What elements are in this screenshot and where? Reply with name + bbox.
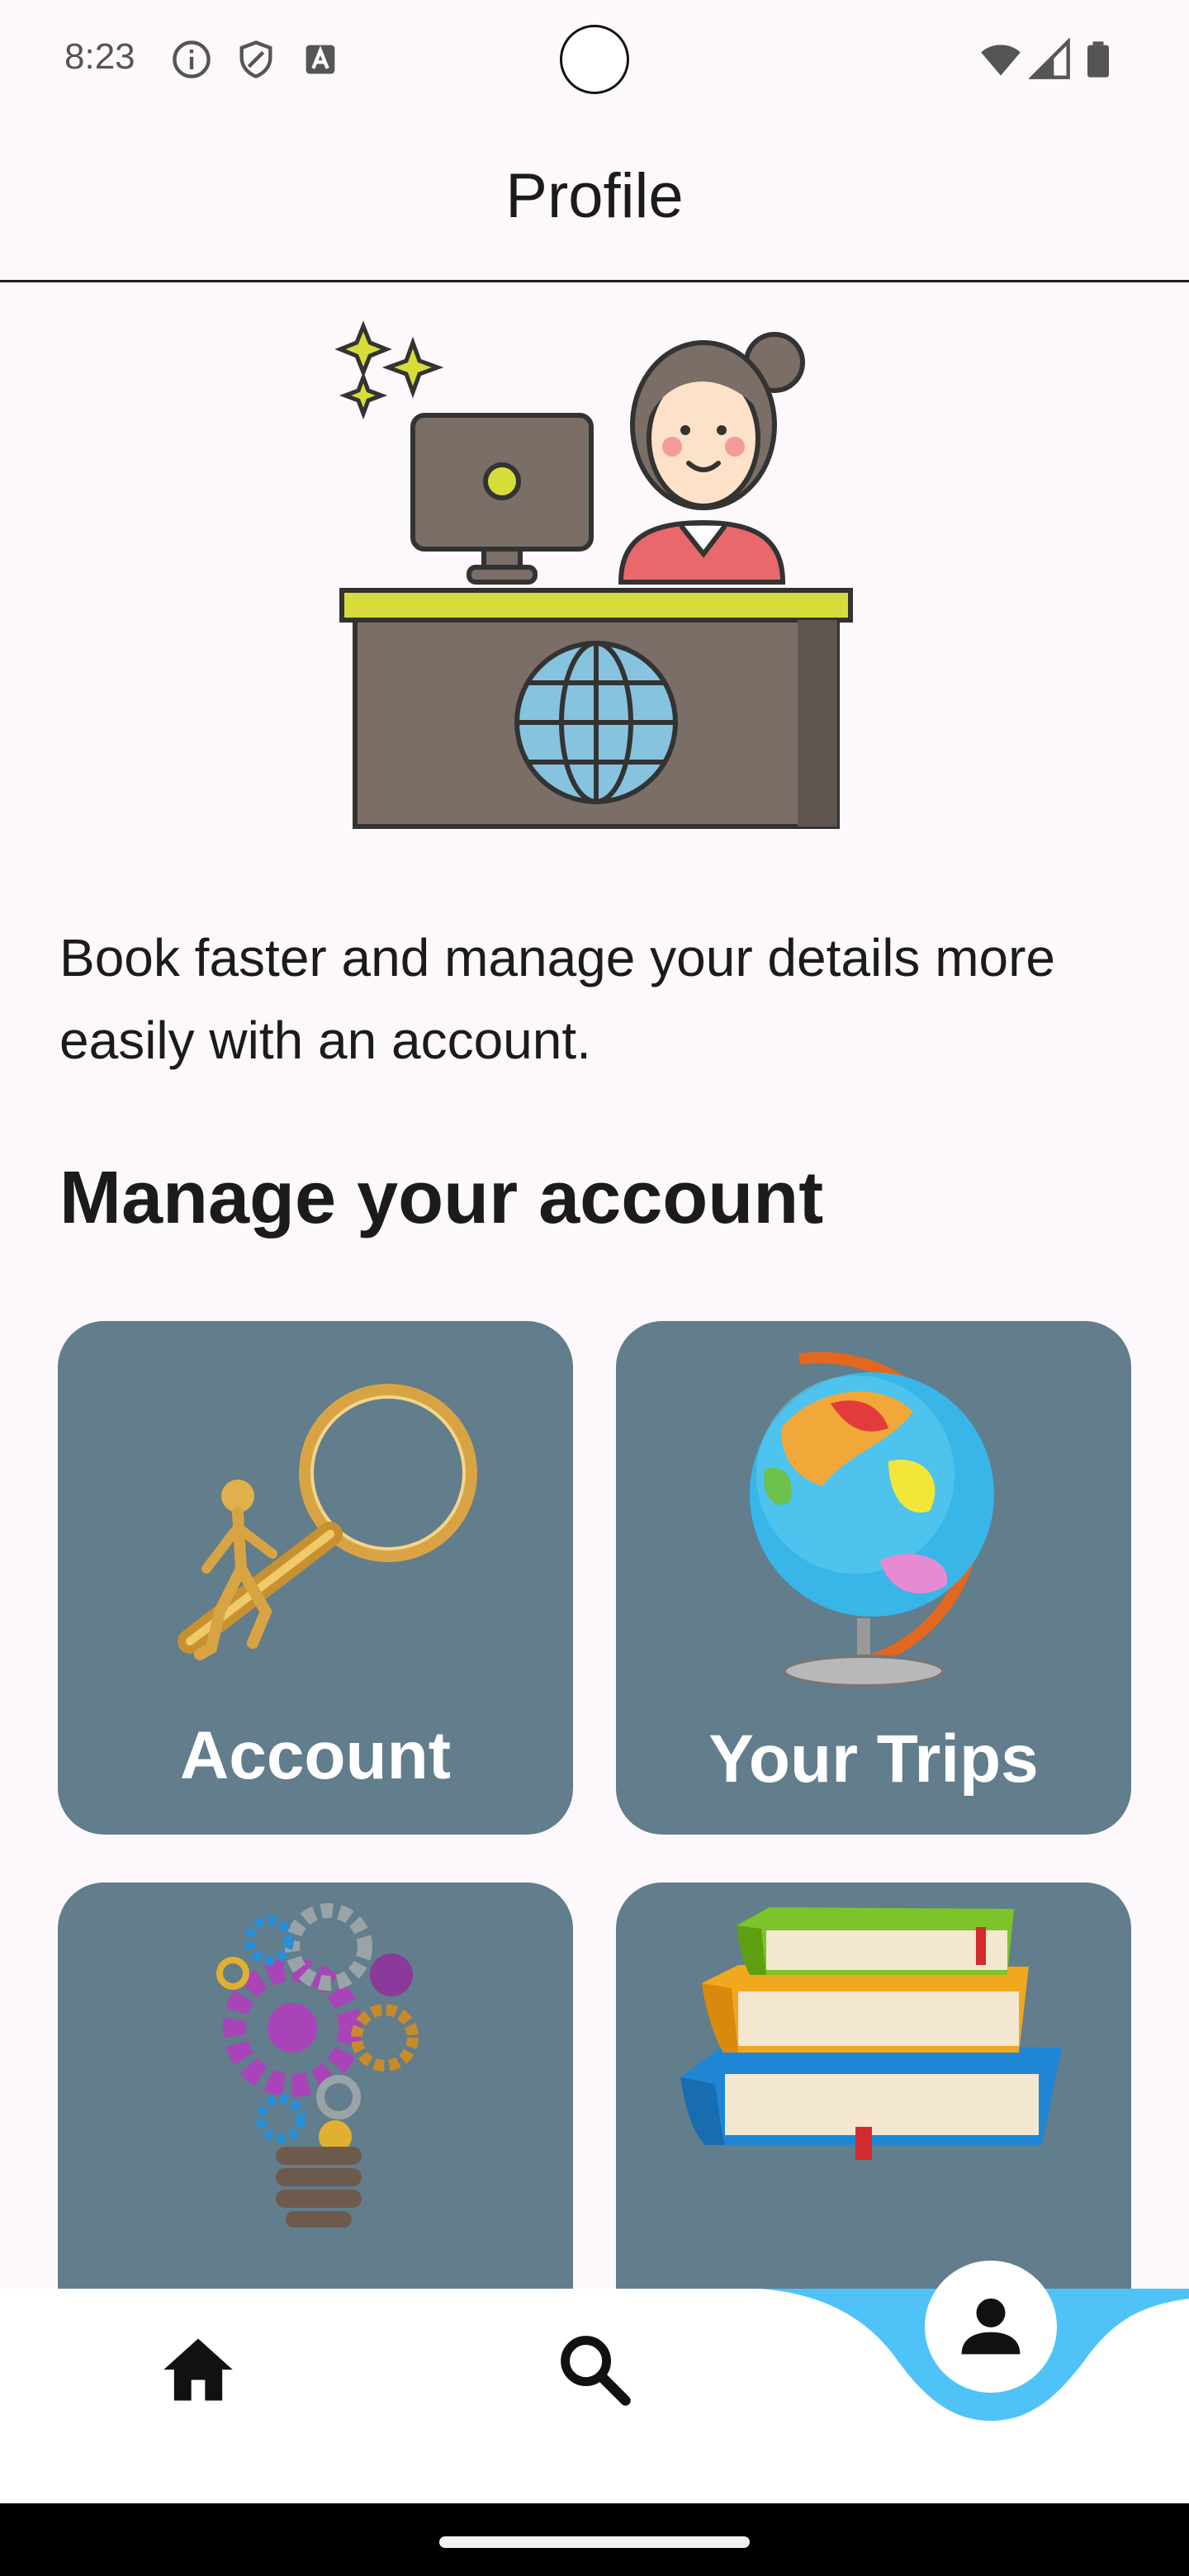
wifi-icon (981, 45, 1021, 76)
text-a-icon (306, 45, 335, 74)
home-icon[interactable] (157, 2328, 239, 2411)
system-nav-bar (0, 2503, 1189, 2576)
account-tile-label: Account (180, 1718, 451, 1793)
travel-agent-illustration (334, 320, 853, 829)
person-icon (961, 2298, 1021, 2355)
your-trips-tile[interactable]: Your Trips (616, 1321, 1131, 1835)
magnifier-figure-icon (178, 1384, 477, 1660)
your-trips-tile-label: Your Trips (708, 1721, 1039, 1797)
gesture-home-handle[interactable] (439, 2536, 750, 2548)
status-time: 8:23 (64, 36, 135, 77)
camera-cutout (560, 25, 629, 94)
intro-text: Book faster and manage your details more… (59, 928, 1055, 1070)
search-icon[interactable] (553, 2328, 636, 2411)
page-title: Profile (505, 161, 684, 231)
globe-icon (750, 1352, 994, 1688)
account-tile[interactable]: Account (58, 1321, 573, 1835)
books-icon (680, 1907, 1062, 2160)
profile-nav-button[interactable] (925, 2261, 1057, 2393)
app-bar: Profile (0, 124, 1189, 282)
section-title: Manage your account (59, 1157, 824, 1239)
battery-icon (1087, 41, 1109, 78)
info-icon (173, 40, 211, 78)
gear-lightbulb-icon (216, 1903, 419, 2228)
status-bar: 8:23 (0, 0, 1189, 124)
signal-icon (1029, 38, 1070, 79)
shield-icon (239, 40, 272, 78)
screen: 8:23 Profile Book faster and manage your… (0, 0, 1189, 2576)
